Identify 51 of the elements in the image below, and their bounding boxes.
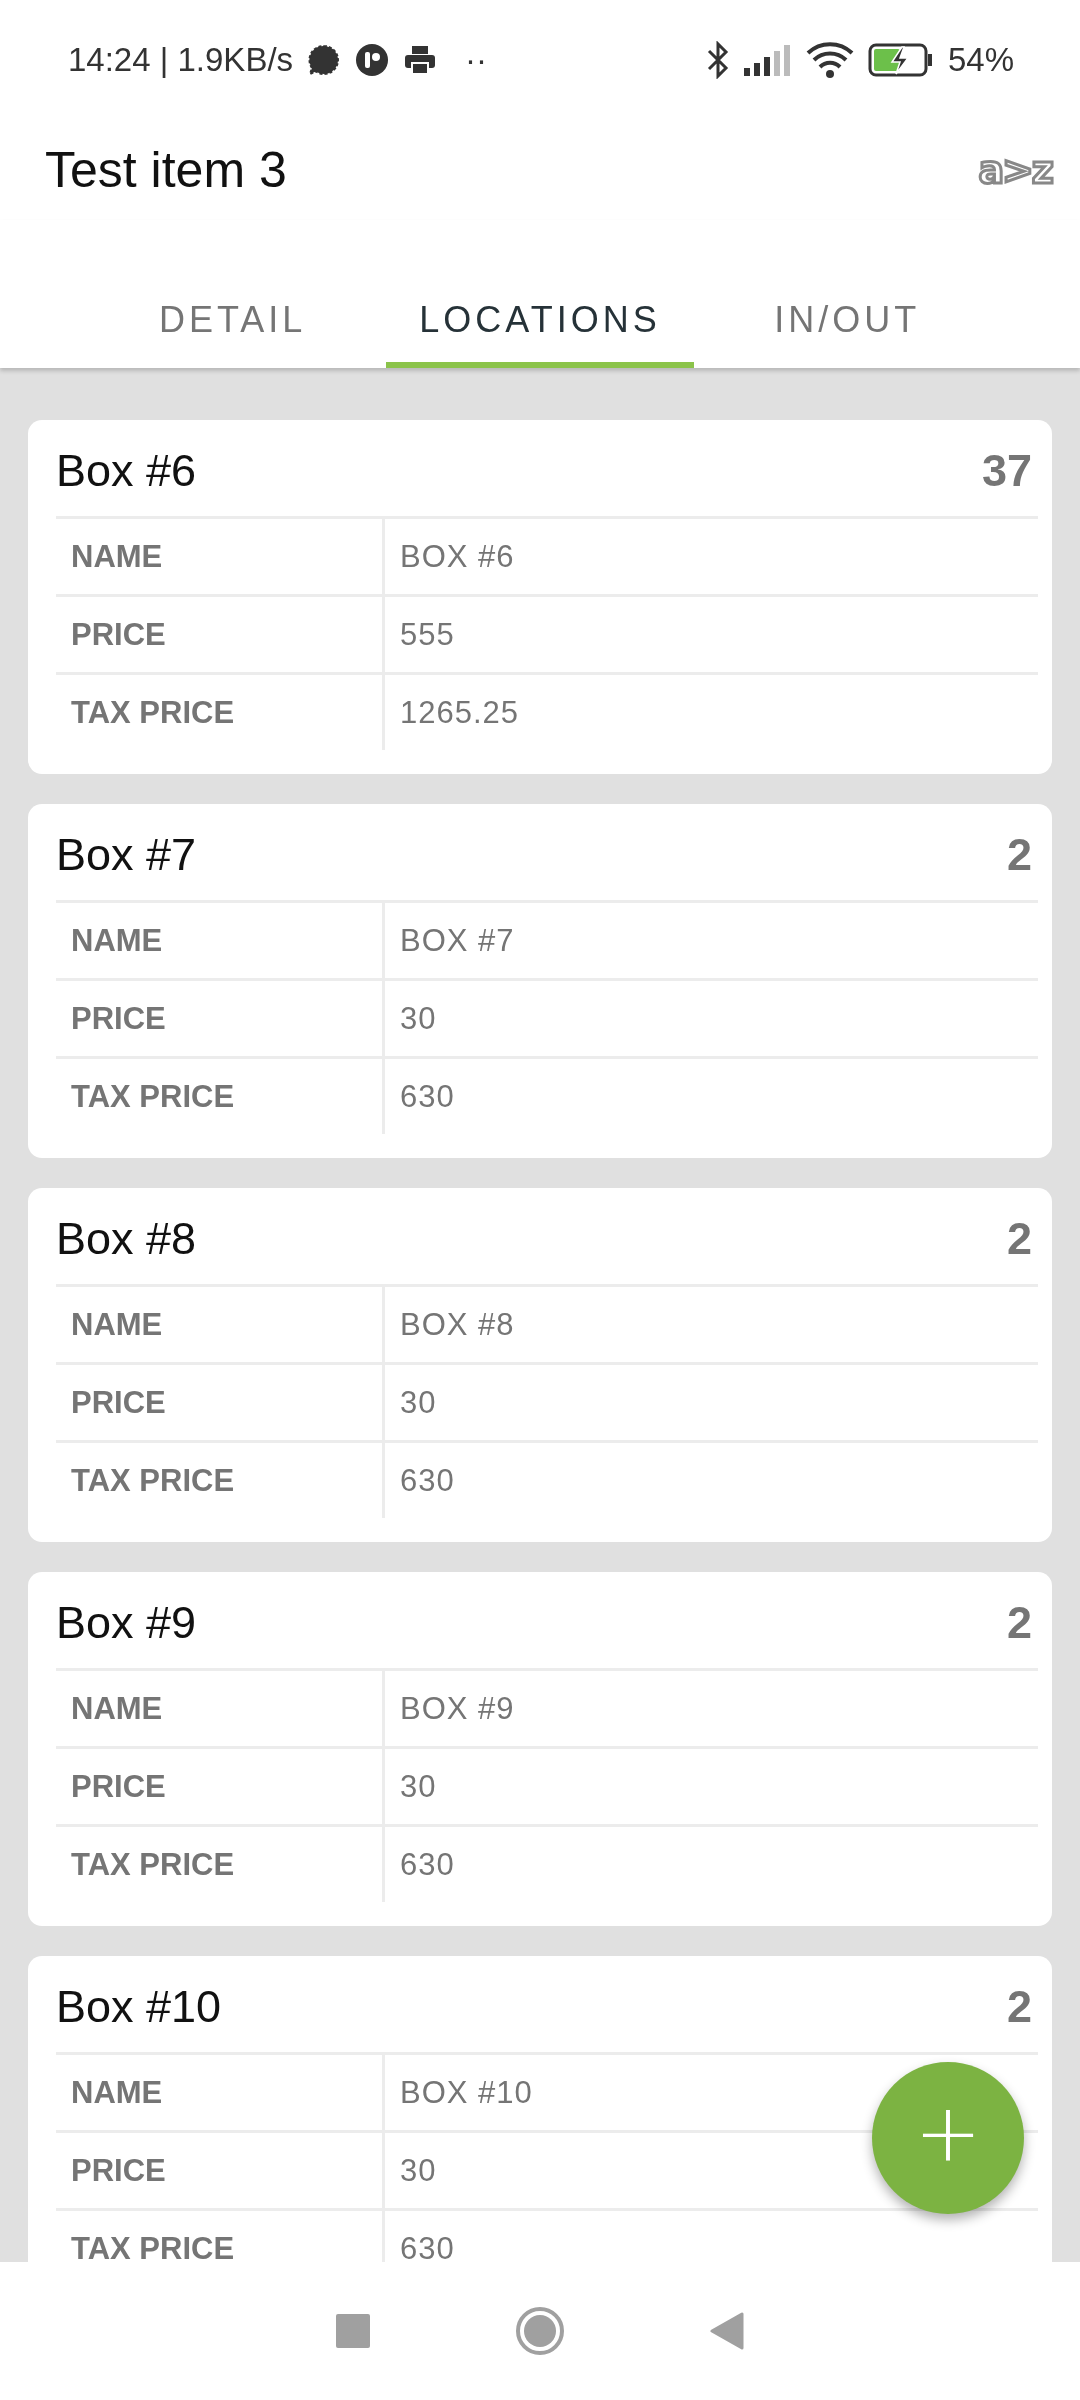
field-label: PRICE bbox=[70, 1000, 167, 1037]
field-label: NAME bbox=[70, 1306, 164, 1343]
field-label: TAX PRICE bbox=[70, 1462, 236, 1499]
field-value: 555 bbox=[400, 616, 455, 653]
location-title: Box #7 bbox=[56, 829, 197, 881]
field-label: TAX PRICE bbox=[70, 1846, 236, 1883]
field-value: 30 bbox=[400, 2152, 437, 2189]
field-label: TAX PRICE bbox=[70, 2230, 236, 2262]
quantity: 37 bbox=[981, 445, 1032, 497]
field-label: PRICE bbox=[70, 2152, 167, 2189]
field-value: 1265.25 bbox=[400, 694, 520, 731]
field-value: 630 bbox=[400, 1078, 455, 1115]
field-value: BOX #10 bbox=[400, 2074, 533, 2111]
status-time: 14:24 | 1.9KB/s bbox=[68, 41, 294, 79]
tab[interactable]: DETAIL bbox=[79, 278, 387, 368]
field-value: 30 bbox=[400, 1000, 437, 1037]
battery-percentage: 54% bbox=[947, 41, 1014, 79]
field-label: TAX PRICE bbox=[70, 694, 236, 731]
field-label: NAME bbox=[70, 1690, 164, 1727]
location-title: Box #8 bbox=[56, 1213, 197, 1265]
quantity: 2 bbox=[1006, 829, 1032, 881]
field-value: BOX #8 bbox=[400, 1306, 515, 1343]
quantity: 2 bbox=[1006, 1213, 1032, 1265]
field-label: PRICE bbox=[70, 1384, 167, 1421]
sort-button[interactable]: a>z bbox=[978, 148, 1052, 192]
location-card[interactable]: Box #8 2 NAME BOX #8 PRICE 30 TAX PRICE 630 bbox=[28, 1188, 1052, 1542]
location-card[interactable]: Box #7 2 NAME BOX #7 PRICE 30 TAX PRICE 630 bbox=[28, 804, 1052, 1158]
field-value: 30 bbox=[400, 1768, 437, 1805]
field-label: NAME bbox=[70, 922, 164, 959]
field-value: 630 bbox=[400, 1846, 455, 1883]
tab[interactable]: IN/OUT bbox=[693, 278, 1001, 368]
field-value: 30 bbox=[400, 1384, 437, 1421]
quantity: 2 bbox=[1006, 1981, 1032, 2033]
field-label: NAME bbox=[70, 538, 164, 575]
more-notifications-dots: ·· bbox=[465, 41, 488, 79]
location-title: Box #10 bbox=[56, 1981, 222, 2033]
field-value: 630 bbox=[400, 2230, 455, 2262]
location-card[interactable]: Box #6 37 NAME BOX #6 PRICE 555 TAX PRICE 1265.25 bbox=[28, 420, 1052, 774]
location-title: Box #6 bbox=[56, 445, 197, 497]
field-label: TAX PRICE bbox=[70, 1078, 236, 1115]
field-label: PRICE bbox=[70, 616, 167, 653]
field-value: 630 bbox=[400, 1462, 455, 1499]
quantity: 2 bbox=[1006, 1597, 1032, 1649]
location-title: Box #9 bbox=[56, 1597, 197, 1649]
field-label: NAME bbox=[70, 2074, 164, 2111]
field-value: BOX #6 bbox=[400, 538, 515, 575]
field-value: BOX #9 bbox=[400, 1690, 515, 1727]
field-label: PRICE bbox=[70, 1768, 167, 1805]
field-value: BOX #7 bbox=[400, 922, 515, 959]
screen-title: Test item 3 bbox=[45, 141, 287, 199]
location-card[interactable]: Box #9 2 NAME BOX #9 PRICE 30 TAX PRICE 630 bbox=[28, 1572, 1052, 1926]
